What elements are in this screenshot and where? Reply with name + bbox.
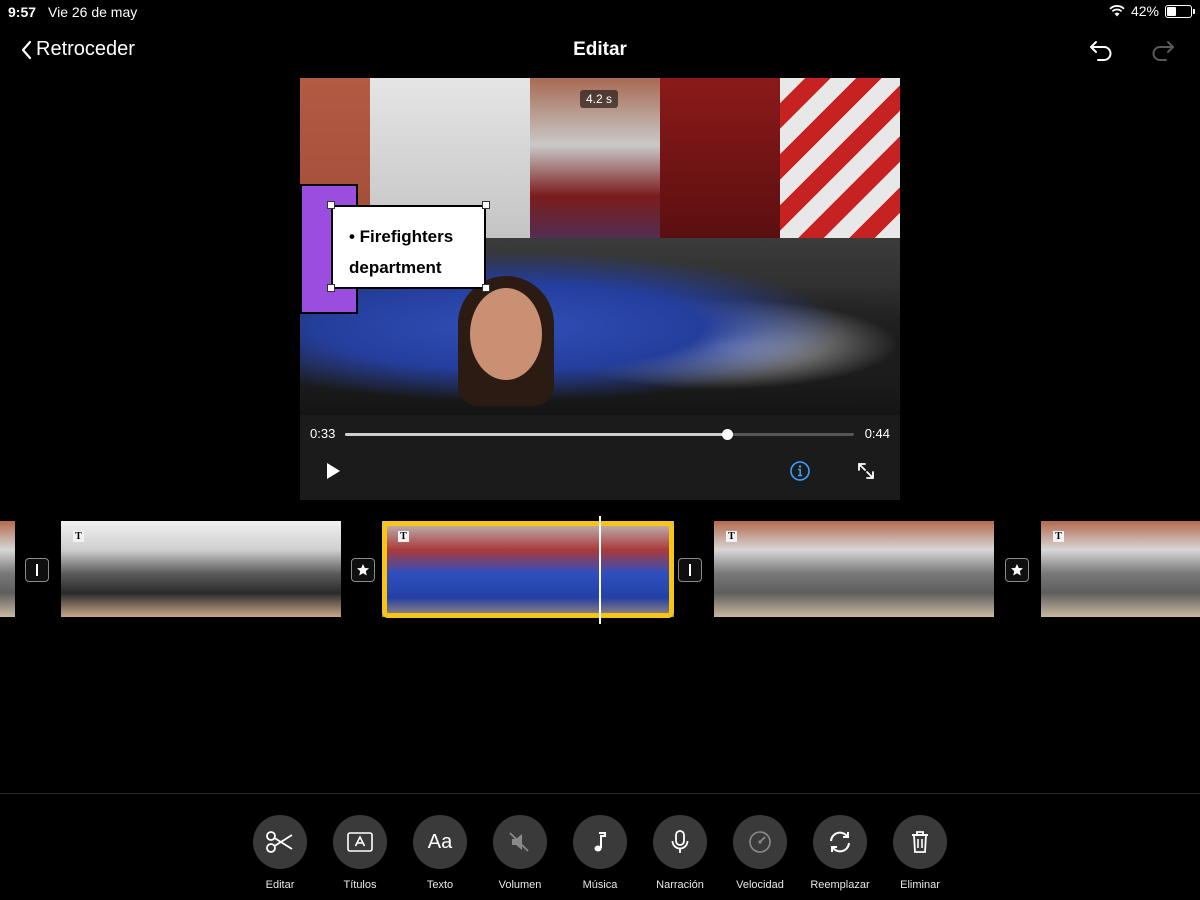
undo-icon [1090,41,1112,61]
titles-tool-button[interactable]: Títulos [320,815,400,895]
transition-none-icon [689,564,691,576]
scrubber-track[interactable] [345,429,854,440]
timeline-clip-classroom[interactable]: T [61,521,341,617]
resize-handle-bottom-right[interactable] [482,284,490,292]
transition-none-button[interactable] [25,558,49,582]
text-tool-button[interactable]: Aa Texto [400,815,480,895]
volume-tool-label: Volumen [498,879,542,891]
replace-tool-button[interactable]: Reemplazar [800,815,880,895]
title-marker-icon: T [1053,531,1064,542]
replace-icon [830,831,850,853]
speed-tool-label: Velocidad [736,879,784,891]
clip-thumbnail [382,521,674,617]
replace-tool-label: Reemplazar [810,879,870,891]
title-marker-icon: T [726,531,737,542]
status-time: 9:57 [8,4,37,20]
battery-level [1167,6,1176,16]
playhead [599,516,601,624]
title-marker-icon: T [73,531,84,542]
playback-scrubber: 0:33 0:44 [300,423,900,445]
resize-handle-top-right[interactable] [482,201,490,209]
clip-thumbnail [843,521,994,617]
titles-tool-circle [333,815,387,869]
play-button[interactable] [324,461,342,486]
music-note-icon [594,832,606,852]
wifi-icon [1109,5,1125,17]
text-icon: Aa [427,830,453,853]
edit-tool-circle [253,815,307,869]
status-bar: 9:57 Vie 26 de may 42% [0,0,1200,24]
narration-tool-button[interactable]: Narración [640,815,720,895]
speedometer-icon [749,831,771,853]
clip-duration-badge: 4.2 s [580,90,619,108]
battery-percent: 42% [1130,3,1159,19]
scrubber-progress [345,433,727,436]
title-marker-icon: T [398,531,409,542]
transition-none-icon [36,564,38,576]
transition-theme-button[interactable] [351,558,375,582]
text-tool-label: Texto [426,879,454,891]
current-time: 0:33 [310,426,336,441]
clip-thumbnail [190,521,341,617]
timeline-clip-selected[interactable]: T [382,521,674,617]
resize-handle-bottom-left[interactable] [327,284,335,292]
transition-theme-button[interactable] [1005,558,1029,582]
volume-muted-icon [509,832,529,852]
edit-tool-button[interactable]: Editar [240,815,320,895]
star-icon [357,564,369,576]
delete-tool-button[interactable]: Eliminar [880,815,960,895]
edit-tool-label: Editar [265,879,295,891]
video-preview: 4.2 s • Firefighters department 0:33 0:4… [300,78,900,500]
clip-thumbnail [0,521,15,617]
delete-tool-label: Eliminar [900,879,940,891]
replace-tool-circle [813,815,867,869]
clip-thumbnail [1041,521,1200,617]
timeline-clip-classroom-3[interactable]: T [1041,521,1200,617]
narration-tool-circle [653,815,707,869]
music-tool-label: Música [582,879,618,891]
speed-tool-button[interactable]: Velocidad [720,815,800,895]
timeline[interactable]: T T T T [0,516,1200,624]
scissors-icon [266,831,293,853]
title-line-2: department [349,258,442,277]
speed-tool-circle [733,815,787,869]
scene-truck-stripes [780,78,900,258]
music-tool-button[interactable]: Música [560,815,640,895]
titles-icon [347,832,373,852]
info-button[interactable] [789,460,811,487]
fullscreen-button[interactable] [856,461,876,486]
resize-handle-top-left[interactable] [327,201,335,209]
nav-bar: Retroceder Editar [0,28,1200,72]
timeline-clip-previous[interactable] [0,521,15,617]
scrubber-knob[interactable] [721,429,733,440]
video-frame[interactable]: 4.2 s • Firefighters department [300,78,900,415]
info-icon [790,461,810,481]
title-overlay[interactable]: • Firefighters department [331,205,486,289]
battery-icon [1165,4,1195,18]
delete-tool-circle [893,815,947,869]
total-time: 0:44 [864,426,890,441]
trash-icon [912,831,928,853]
star-icon [1011,564,1023,576]
redo-icon [1152,41,1174,61]
microphone-icon [671,830,689,853]
undo-button[interactable] [1088,38,1114,67]
transition-none-button[interactable] [678,558,702,582]
toolbar-divider [0,793,1200,794]
volume-tool-circle [493,815,547,869]
redo-button[interactable] [1150,38,1176,67]
expand-icon [858,463,874,479]
text-tool-circle: Aa [413,815,467,869]
play-icon [327,463,340,479]
volume-tool-button[interactable]: Volumen [480,815,560,895]
timeline-clip-classroom-2[interactable]: T [714,521,994,617]
narration-tool-label: Narración [656,879,704,891]
page-title: Editar [573,39,627,60]
status-indicators: 42% [1109,3,1195,19]
music-tool-circle [573,815,627,869]
status-date: Vie 26 de may [48,4,138,20]
titles-tool-label: Títulos [343,879,377,891]
scene-girl-face [470,288,542,380]
title-line-1: • Firefighters [349,227,454,246]
